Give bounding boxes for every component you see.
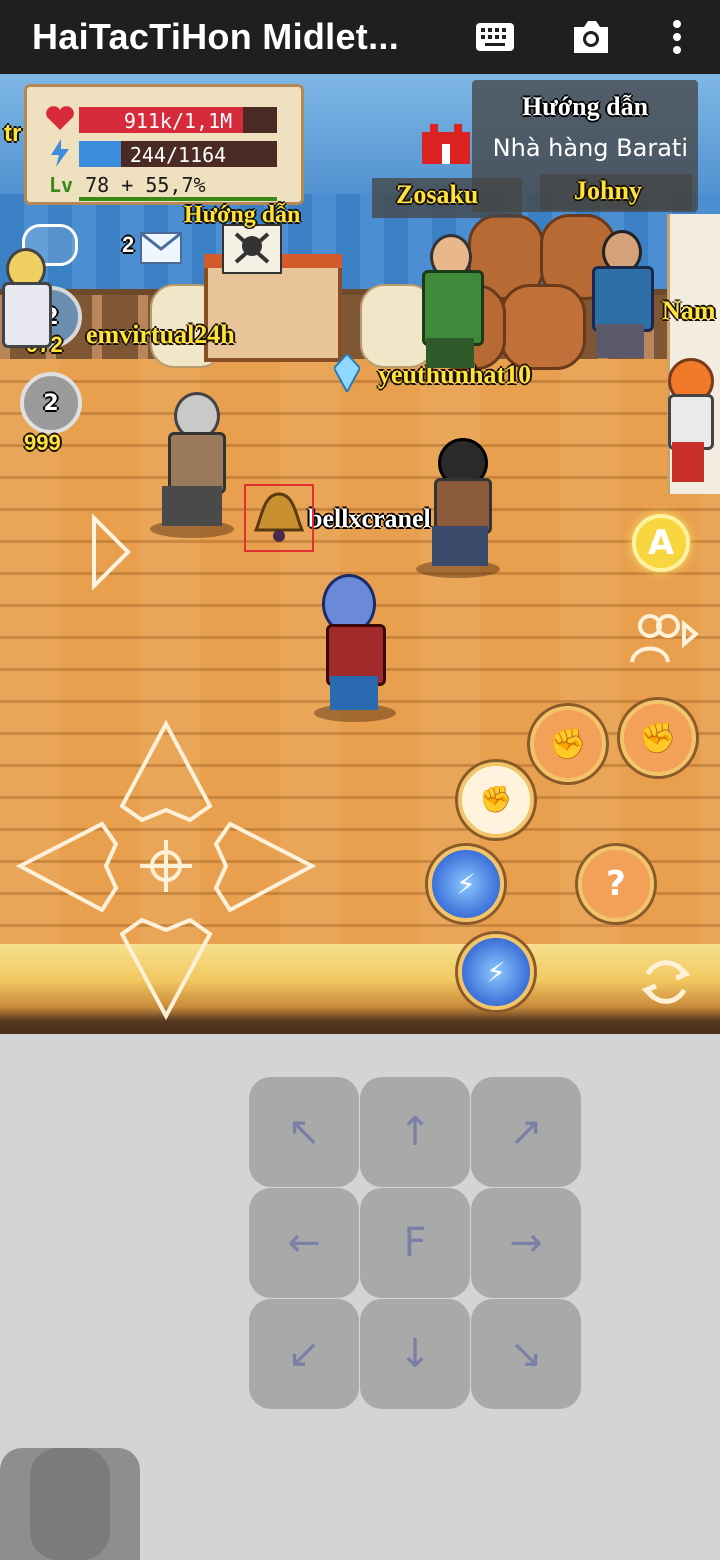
soft-key-inner — [30, 1448, 110, 1560]
npc-nami-name: Nam — [662, 296, 716, 325]
app-title: HaiTacTiHon Midlet... — [32, 16, 400, 57]
punch-icon: ✊ — [639, 720, 677, 756]
npc-johny-name: Johny — [574, 176, 642, 205]
dpad-right-icon — [213, 821, 316, 913]
key-up[interactable]: ↑ — [360, 1077, 470, 1187]
pirate-flag-icon[interactable] — [222, 224, 282, 274]
npc-zosaku-name: Zosaku — [396, 180, 479, 209]
dpad[interactable] — [16, 720, 316, 1020]
multi-fist-icon: ✊ — [479, 785, 513, 815]
npc-nami[interactable] — [662, 358, 720, 488]
dpad-down-icon — [119, 917, 213, 1020]
player-status-panel: 911k/1,1M 244/1164 Lv 78 + 55,7% — [24, 84, 304, 205]
camera-icon[interactable] — [566, 12, 616, 62]
barrel — [500, 284, 586, 370]
party-icon[interactable] — [630, 610, 700, 664]
auto-button[interactable]: A — [632, 514, 690, 572]
heart-icon — [46, 106, 74, 130]
dpad-up-icon — [119, 720, 213, 823]
level-text: Lv 78 + 55,7% — [49, 173, 206, 197]
exp-bar — [79, 197, 277, 201]
key-down-left[interactable]: ↙ — [249, 1299, 359, 1409]
skill-5-button[interactable]: ⚡ — [458, 934, 534, 1010]
mp-bar: 244/1164 — [79, 141, 277, 167]
player-character[interactable] — [318, 574, 394, 714]
skill-2-button[interactable]: ✊ — [620, 700, 696, 776]
key-right[interactable]: → — [471, 1188, 581, 1298]
edge-player-name: tr — [4, 120, 22, 147]
mail-count: 2 — [122, 232, 135, 257]
skill-1-button[interactable]: ✊ — [530, 706, 606, 782]
player-emvirtual[interactable] — [154, 392, 234, 532]
castle-icon — [422, 124, 470, 164]
hp-value: 911k/1,1M — [123, 109, 233, 133]
guide-label: Hướng dẫn — [521, 92, 649, 121]
player-bellxcranel[interactable] — [420, 438, 500, 570]
soft-key-button[interactable] — [0, 1448, 140, 1560]
npc-zosaku[interactable] — [412, 234, 492, 374]
counter-2: 999 — [24, 430, 61, 455]
coin-badge-icon[interactable]: 2 — [20, 372, 82, 434]
dpad-left-icon — [16, 821, 119, 913]
bell-icon — [253, 492, 305, 542]
npc-edge-left[interactable] — [0, 234, 54, 364]
lightning-orb-icon: ⚡ — [456, 867, 476, 901]
place-name: Nhà hàng Barati — [492, 134, 688, 162]
key-down[interactable]: ↓ — [360, 1299, 470, 1409]
skill-4-button[interactable]: ⚡ — [428, 846, 504, 922]
virtual-keypad: ↖ ↑ ↗ ← F → ↙ ↓ ↘ — [249, 1077, 582, 1410]
key-fire[interactable]: F — [360, 1188, 470, 1298]
mail-icon[interactable] — [140, 232, 182, 264]
game-canvas[interactable]: 911k/1,1M 244/1164 Lv 78 + 55,7% tr 2 2 … — [0, 74, 720, 1034]
npc-johny[interactable] — [584, 230, 656, 360]
board-sign-label: Hướng dẫn — [184, 202, 301, 228]
more-vert-icon[interactable] — [652, 12, 702, 62]
crystal-icon — [334, 354, 360, 392]
lightning-icon — [51, 139, 69, 167]
key-up-right[interactable]: ↗ — [471, 1077, 581, 1187]
player-bellxcranel-name: bellxcranel — [308, 504, 431, 533]
hp-bar: 911k/1,1M — [79, 107, 277, 133]
target-selector[interactable] — [244, 484, 314, 552]
play-arrow-icon[interactable] — [88, 514, 134, 590]
mp-value: 244/1164 — [129, 143, 227, 167]
help-button[interactable]: ? — [578, 846, 654, 922]
kick-icon: ✊ — [549, 726, 587, 762]
key-up-left[interactable]: ↖ — [249, 1077, 359, 1187]
player-emvirtual-name: emvirtual24h — [86, 320, 235, 349]
keyboard-icon[interactable] — [470, 12, 520, 62]
lightning-orb-icon: ⚡ — [486, 955, 506, 989]
app-bar: HaiTacTiHon Midlet... — [0, 0, 720, 74]
key-down-right[interactable]: ↘ — [471, 1299, 581, 1409]
switch-target-icon[interactable] — [638, 954, 694, 1010]
key-left[interactable]: ← — [249, 1188, 359, 1298]
skill-3-button[interactable]: ✊ — [458, 762, 534, 838]
